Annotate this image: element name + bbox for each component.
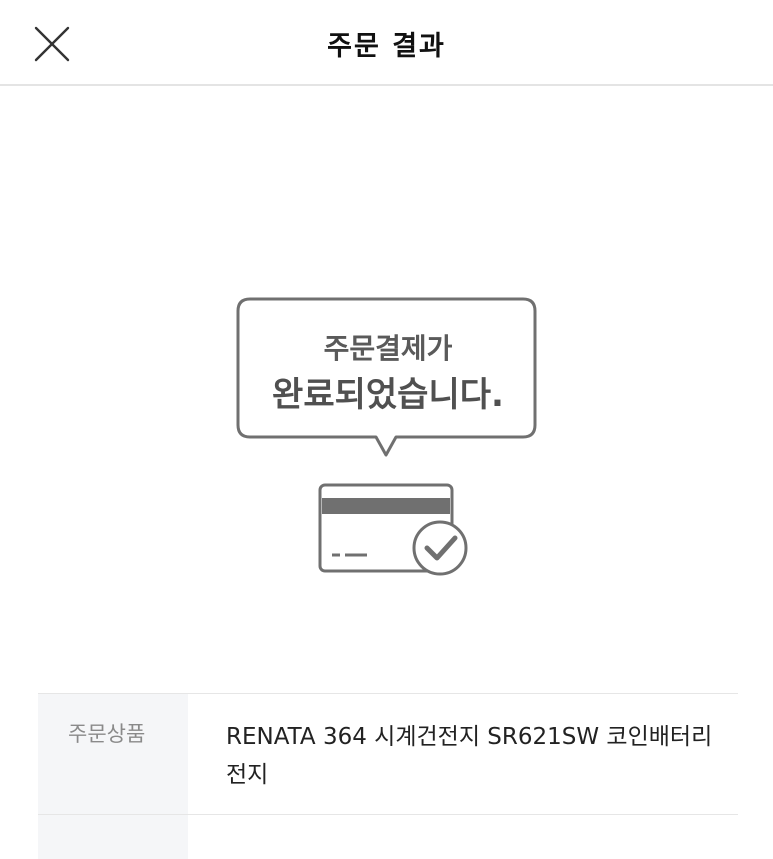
order-product-value: RENATA 364 시계건전지 SR621SW 코인배터리 전지 (226, 724, 713, 788)
header-bar: 주문 결과 (0, 0, 773, 86)
order-product-label: 주문상품 (38, 694, 188, 814)
order-info-row-product: 주문상품 RENATA 364 시계건전지 SR621SW 코인배터리 전지 (38, 694, 738, 815)
check-circle-icon (412, 520, 468, 576)
result-message-line2: 완료되었습니다. (272, 375, 504, 415)
result-message-line1: 주문결제가 (323, 332, 453, 365)
page-title: 주문 결과 (327, 31, 446, 62)
order-info-table: 주문상품 RENATA 364 시계건전지 SR621SW 코인배터리 전지 (38, 693, 738, 859)
